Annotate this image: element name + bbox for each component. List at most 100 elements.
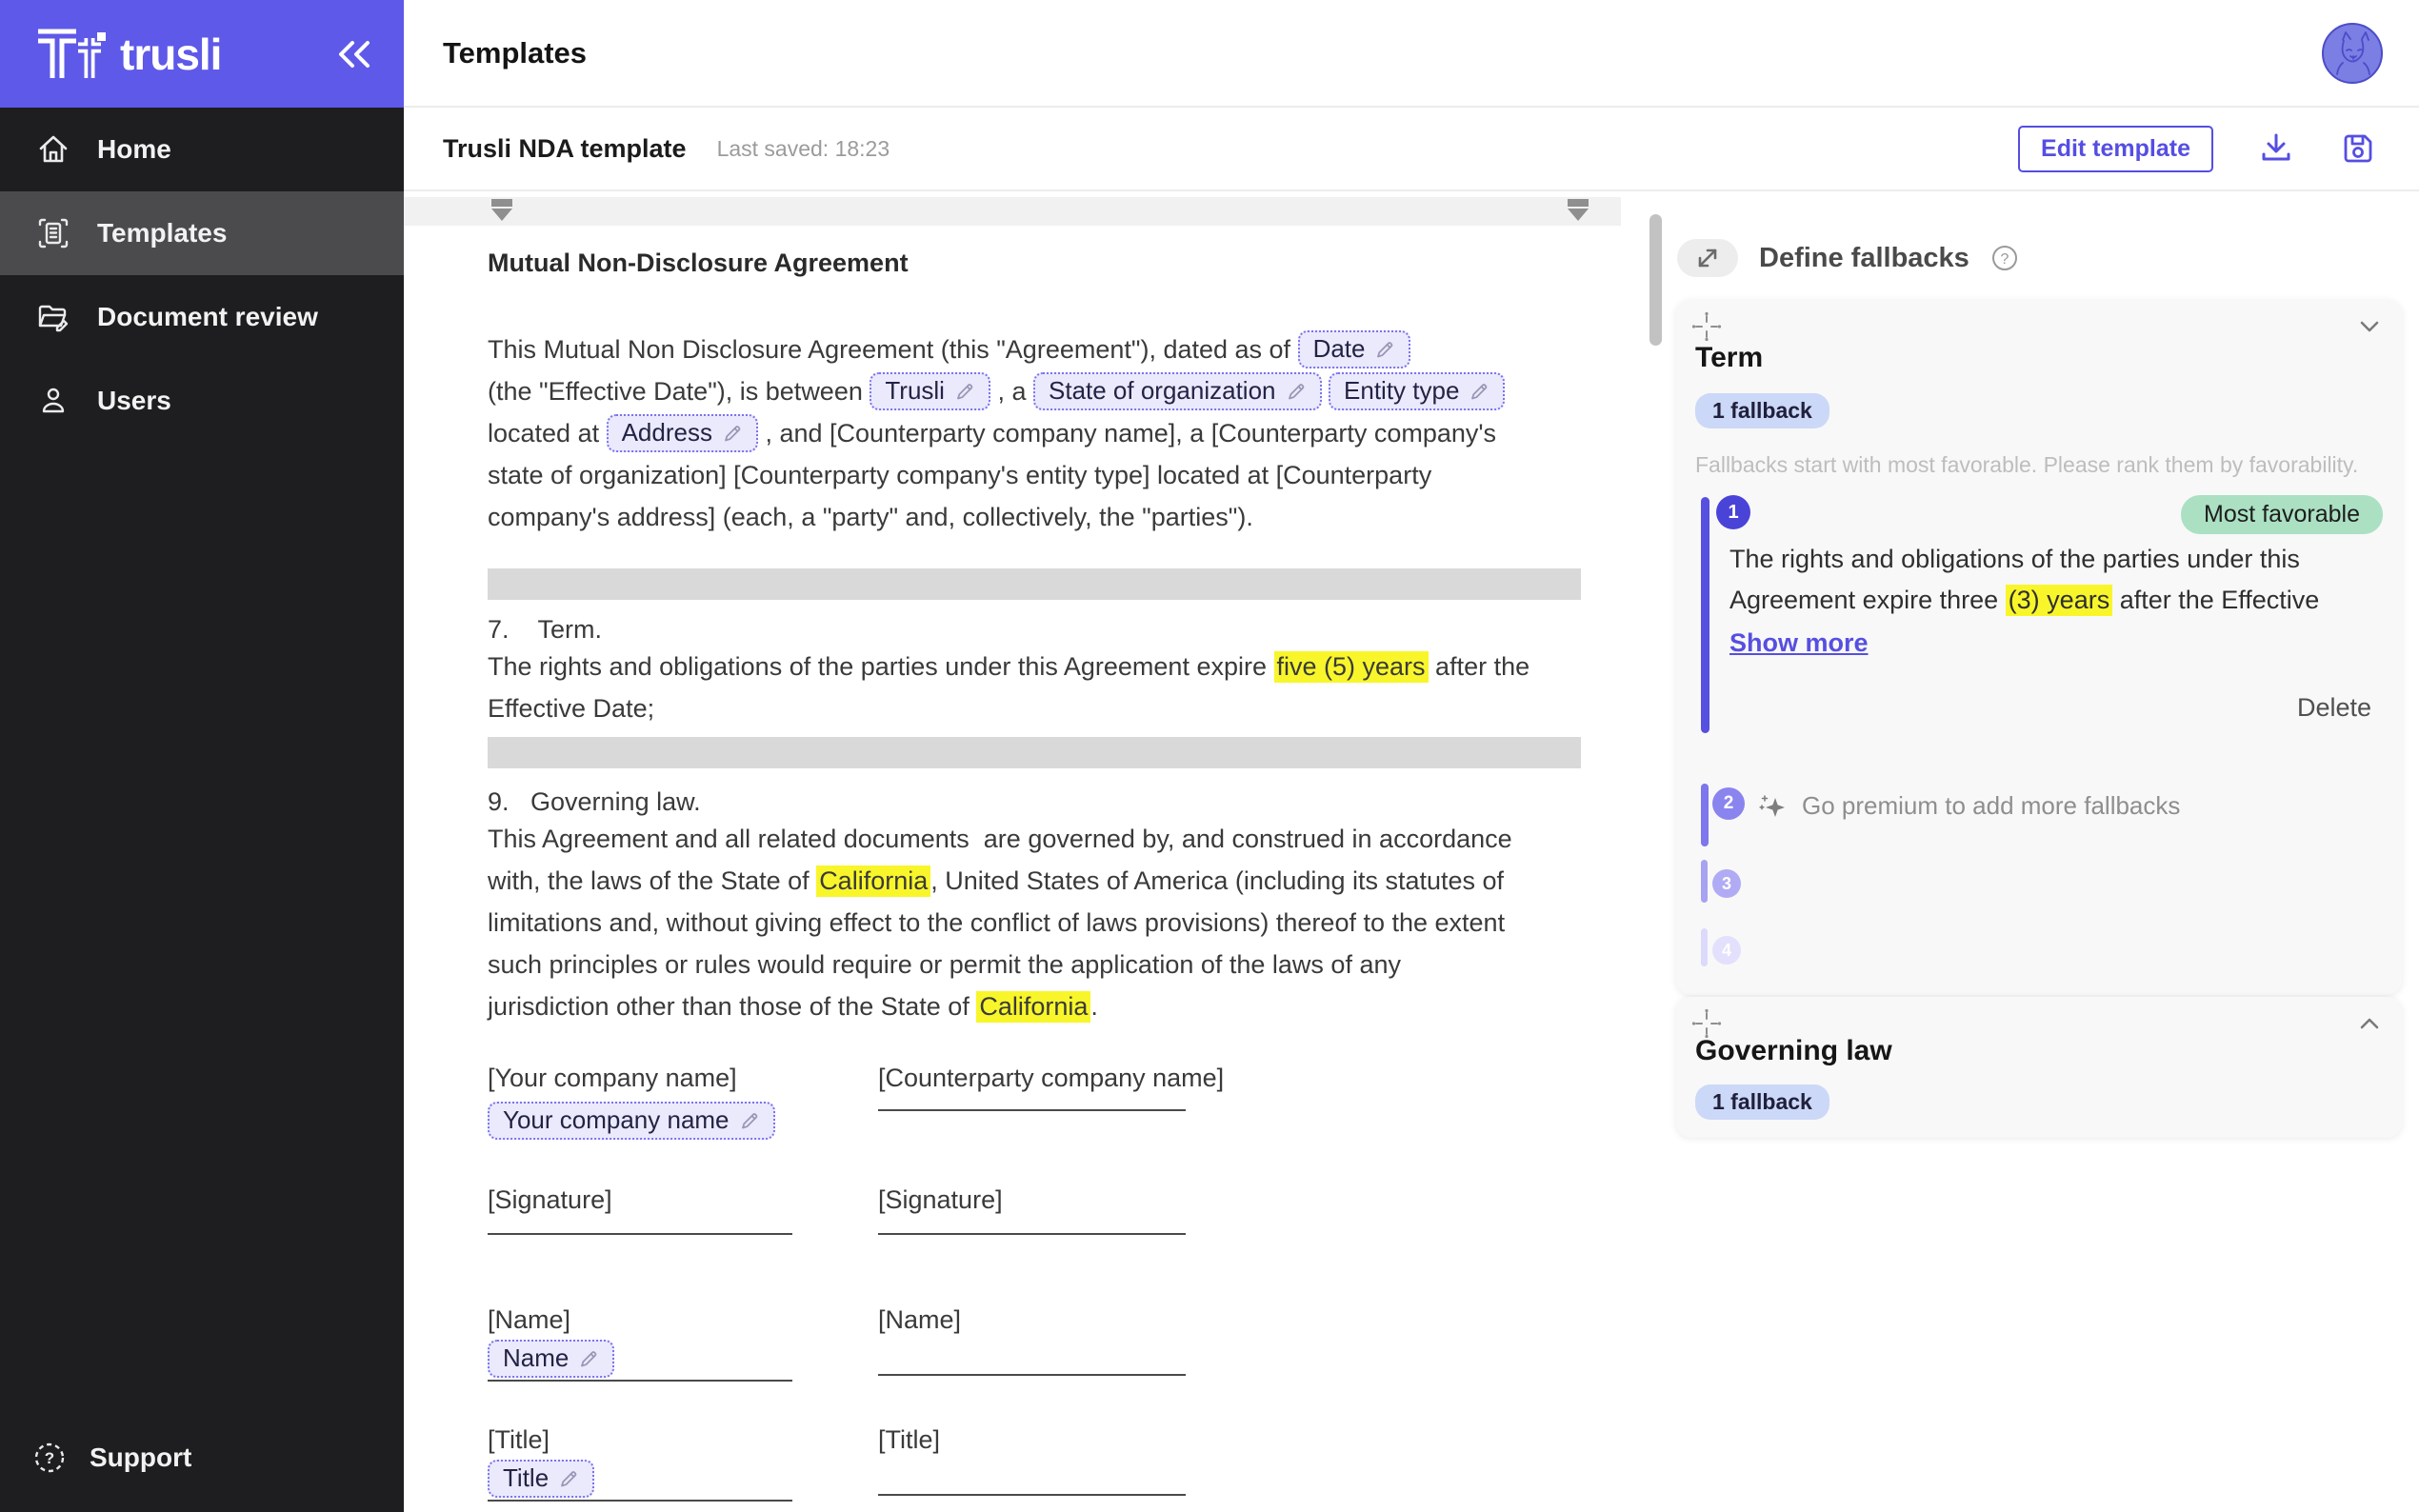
signature-line [878, 1233, 1186, 1235]
chip-label: Name [503, 1343, 570, 1373]
inline-editable-chip[interactable]: Entity type [1329, 372, 1506, 410]
expand-panel-icon[interactable] [1677, 239, 1738, 277]
doc-text: This Agreement and all related documents… [488, 824, 1512, 853]
sidebar-item-support[interactable]: ? Support [0, 1424, 404, 1491]
sidebar-item-templates[interactable]: Templates [0, 191, 404, 275]
help-icon[interactable]: ? [1990, 244, 2019, 272]
chip-label: Address [621, 418, 712, 448]
last-saved-status: Last saved: 18:23 [716, 135, 890, 161]
fallback-panel-header: Define fallbacks ? [1677, 239, 2019, 277]
doc-text: Effective Date; [488, 693, 655, 723]
doc-line: Effective Date; [488, 687, 1592, 729]
save-icon[interactable] [2339, 129, 2377, 168]
doc-line: (the "Effective Date"), is between Trusl… [488, 370, 1592, 412]
download-icon[interactable] [2257, 129, 2295, 168]
doc-line: Agreement expire three (3) years after t… [1729, 580, 2358, 621]
fallback-rank-1: 1 Most favorable The rights and obligati… [1695, 495, 2383, 738]
title-label-left: [Title] [488, 1424, 550, 1454]
fallback-card-term: Term 1 fallback Fallbacks start with mos… [1676, 300, 2402, 995]
governing-law-paragraph: This Agreement and all related documents… [488, 818, 1592, 1027]
redacted-block [488, 568, 1581, 600]
doc-line: with, the laws of the State of Californi… [488, 860, 1592, 902]
highlight-text: (3) years [2005, 585, 2113, 616]
chip-label: Trusli [885, 376, 945, 406]
ruler-marker-right[interactable] [1567, 199, 1589, 221]
signature-line [488, 1233, 792, 1235]
edit-pencil-icon [578, 1348, 599, 1369]
chip-label: Date [1312, 334, 1366, 364]
fallback-card-governing-law: Governing law 1 fallback [1676, 997, 2402, 1138]
doc-text: The rights and obligations of the partie… [488, 651, 1274, 681]
go-premium-text[interactable]: Go premium to add more fallbacks [1802, 791, 2180, 821]
inline-editable-chip[interactable]: Your company name [488, 1102, 775, 1140]
edit-pencil-icon [1286, 381, 1307, 402]
document-scrollbar-thumb[interactable] [1649, 214, 1662, 346]
edit-pencil-icon [1469, 381, 1489, 402]
doc-text: jurisdiction other than those of the Sta… [488, 991, 977, 1021]
fallback-rank-4: 4 [1695, 928, 2383, 972]
top-header: Templates [404, 0, 2419, 108]
svg-text:?: ? [45, 1449, 54, 1467]
delete-link[interactable]: Delete [2297, 693, 2371, 723]
chevron-down-icon[interactable] [2354, 311, 2385, 342]
doc-text: , United States of America (including it… [930, 865, 1505, 895]
name-label-left: [Name] [488, 1304, 571, 1334]
show-more-link[interactable]: Show more [1729, 628, 1869, 658]
fallback-count-badge: 1 fallback [1695, 393, 1829, 428]
doc-text: This Mutual Non Disclosure Agreement (th… [488, 334, 1298, 364]
document-review-icon [36, 300, 70, 334]
doc-text: , and [Counterparty company name], a [Co… [757, 418, 1497, 448]
doc-line: The rights and obligations of the partie… [1729, 539, 2358, 580]
support-icon: ? [32, 1441, 67, 1475]
inline-editable-chip[interactable]: State of organization [1033, 372, 1322, 410]
signature-line [488, 1380, 792, 1382]
chip-label: Title [503, 1463, 550, 1493]
brand-name: trusli [120, 29, 222, 79]
drag-handle-icon[interactable] [1691, 311, 1722, 342]
document-body: Mutual Non-Disclosure Agreement This Mut… [488, 247, 1592, 1502]
doc-line: This Mutual Non Disclosure Agreement (th… [488, 328, 1592, 370]
templates-icon [36, 216, 70, 250]
sidebar-item-users[interactable]: Users [0, 359, 404, 443]
doc-text: company's address] (each, a "party" and,… [488, 502, 1253, 531]
user-avatar[interactable] [2322, 22, 2383, 84]
fallback-count-badge: 1 fallback [1695, 1084, 1829, 1120]
sidebar-item-home[interactable]: Home [0, 108, 404, 191]
signature-line [878, 1494, 1186, 1496]
sidebar-item-label: Home [97, 134, 171, 164]
doc-text: (the "Effective Date"), is between [488, 376, 870, 406]
inline-editable-chip[interactable]: Address [606, 414, 758, 452]
chevron-up-icon[interactable] [2354, 1008, 2385, 1039]
highlight-text: California [976, 990, 1091, 1023]
most-favorable-badge: Most favorable [2181, 495, 2383, 534]
inline-editable-chip[interactable]: Trusli [870, 372, 990, 410]
signature-label-left: [Signature] [488, 1184, 612, 1214]
doc-text: limitations and, without giving effect t… [488, 907, 1506, 937]
sidebar-item-document-review[interactable]: Document review [0, 275, 404, 359]
doc-line: limitations and, without giving effect t… [488, 902, 1592, 944]
edit-pencil-icon [1374, 339, 1395, 360]
doc-text: located at [488, 418, 607, 448]
edit-pencil-icon [739, 1110, 760, 1131]
section-7-heading: 7. Term. [488, 614, 603, 644]
template-title: Trusli NDA template [443, 133, 687, 163]
fallback-rank-3: 3 [1695, 860, 2383, 912]
chip-label: Your company name [503, 1105, 730, 1135]
inline-editable-chip[interactable]: Date [1297, 330, 1411, 368]
doc-text: , a [990, 376, 1033, 406]
rank-bar [1701, 928, 1708, 966]
inline-editable-chip[interactable]: Title [488, 1460, 595, 1498]
home-icon [36, 132, 70, 167]
ruler-marker-left[interactable] [490, 199, 513, 221]
fallback-rank-2: 2 Go premium to add more fallbacks [1695, 784, 2383, 850]
edit-pencil-icon [722, 423, 743, 444]
inline-editable-chip[interactable]: Name [488, 1340, 615, 1378]
content-area: Mutual Non-Disclosure Agreement This Mut… [404, 191, 2419, 1512]
rank-number: 3 [1712, 869, 1741, 898]
collapse-sidebar-icon[interactable] [333, 35, 375, 73]
edit-template-button[interactable]: Edit template [2018, 125, 2213, 172]
signature-line [488, 1500, 792, 1502]
doc-line: jurisdiction other than those of the Sta… [488, 985, 1592, 1027]
page-title: Templates [443, 35, 588, 70]
signature-block: [Your company name] Your company name [C… [488, 1062, 1581, 1502]
